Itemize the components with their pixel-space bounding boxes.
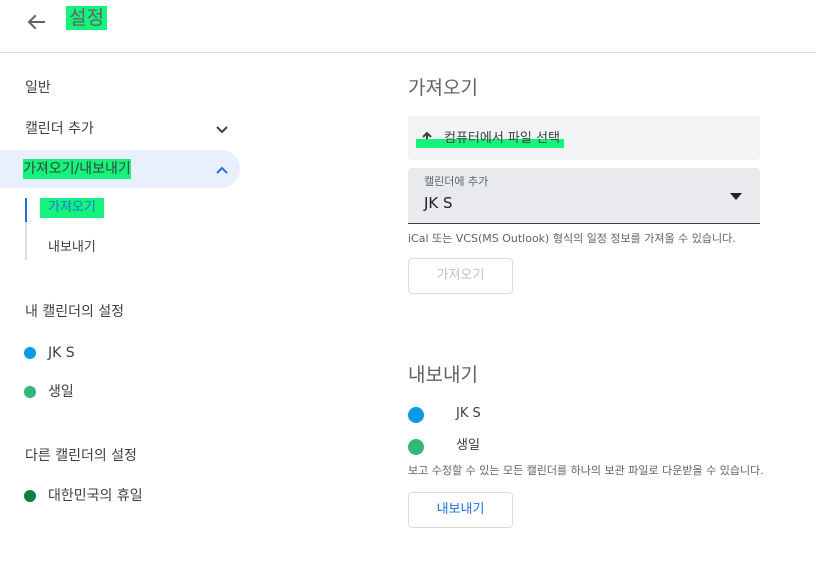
sidebar-item-add-calendar[interactable]: 캘린더 추가 [0,110,240,148]
nav-tree-line [25,222,27,260]
export-help-text: 보고 수정할 수 있는 모든 캘린더를 하나의 보관 파일로 다운받을 수 있습… [408,464,764,477]
calendar-color-dot [24,347,36,359]
calendar-label: 대한민국의 휴일 [48,488,143,504]
calendar-label: 생일 [456,438,480,453]
back-button[interactable] [22,8,50,36]
sidebar-subitem-export[interactable]: 내보내기 [48,238,96,258]
select-value: JK S [424,194,453,212]
import-help-text: iCal 또는 VCS(MS Outlook) 형식의 일정 정보를 가져올 수… [408,232,736,245]
import-section-title: 가져오기 [408,77,478,99]
calendar-select[interactable]: 캘린더에 추가 JK S [408,168,760,224]
export-section-title: 내보내기 [408,364,478,386]
calendar-color-dot [24,386,36,398]
sidebar-item-label: 가져오기/내보내기 [23,159,131,179]
sidebar-item-label: 캘린더 추가 [25,121,94,137]
my-calendars-heading: 내 캘린더의 설정 [25,304,125,320]
chevron-up-icon [216,166,228,174]
select-label: 캘린더에 추가 [424,175,489,188]
calendar-color-dot [408,407,424,423]
other-calendars-heading: 다른 캘린더의 설정 [25,448,137,464]
export-button[interactable]: 내보내기 [408,492,513,528]
caret-down-icon [730,193,742,200]
chevron-down-icon [216,126,228,134]
sidebar-subitem-import[interactable]: 가져오기 [40,198,104,218]
sidebar-item-import-export[interactable]: 가져오기/내보내기 [0,150,240,188]
calendar-label: JK S [456,406,481,421]
page-title: 설정 [66,6,107,30]
calendar-color-dot [408,439,424,455]
calendar-color-dot [24,490,36,502]
import-button[interactable]: 가져오기 [408,258,513,294]
top-bar: 설정 [0,0,816,53]
upload-file-button[interactable]: 컴퓨터에서 파일 선택 [408,116,760,160]
upload-label: 컴퓨터에서 파일 선택 [416,128,564,150]
sidebar-item-general[interactable]: 일반 [25,78,51,98]
arrow-left-icon [27,14,45,30]
calendar-label: 생일 [48,384,74,400]
active-indicator [25,198,27,222]
calendar-label: JK S [48,345,75,361]
